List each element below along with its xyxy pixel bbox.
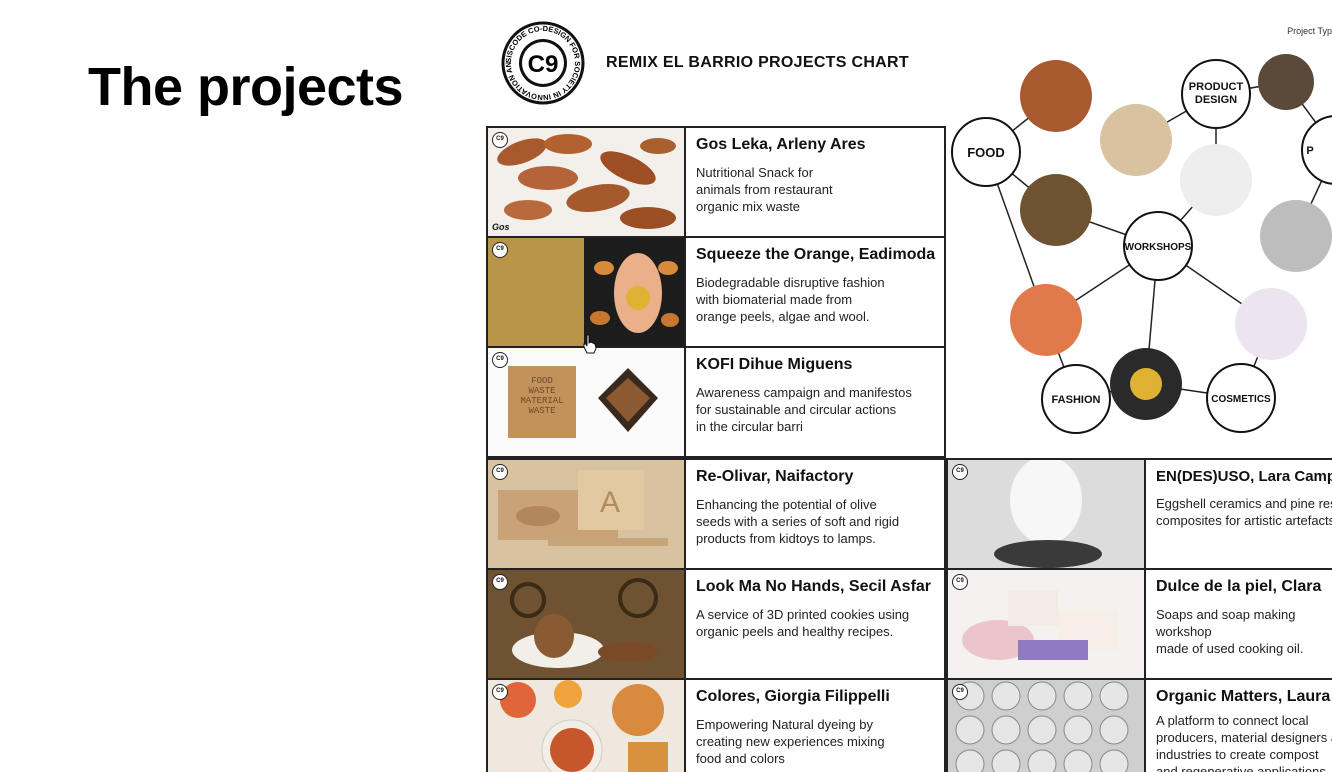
project-name: Dulce de la piel, Clara xyxy=(1156,578,1322,595)
logo-mark: C9 xyxy=(528,51,559,78)
project-image: C9 xyxy=(488,238,684,346)
project-image: C9 xyxy=(948,570,1144,678)
project-text: Re-Olivar, Naifactory Enhancing the pote… xyxy=(684,460,944,568)
project-image: C9 xyxy=(488,570,684,678)
project-image: FOOD WASTE MATERIAL WASTE C9 xyxy=(488,348,684,456)
project-name: Colores, Giorgia Filippelli xyxy=(696,688,890,705)
project-name: EN(DES)USO, Lara Campos xyxy=(1156,468,1332,485)
slide-title: The projects xyxy=(88,57,404,117)
project-image: C9 Gos xyxy=(488,128,684,236)
project-desc: A platform to connect local producers, m… xyxy=(1156,713,1332,772)
project-name: Squeeze the Orange, Eadimoda xyxy=(696,246,936,263)
project-desc: A service of 3D printed cookies using or… xyxy=(696,607,910,639)
project-text: Gos Leka, Arleny Ares Nutritional Snack … xyxy=(684,128,944,236)
project-name: Re-Olivar, Naifactory xyxy=(696,468,854,485)
project-image: C9 xyxy=(948,680,1144,772)
node-label: DESIGN xyxy=(1195,94,1237,106)
project-card[interactable]: C9 Dulce de la piel, Clara Soaps and soa… xyxy=(946,568,1332,680)
project-network-diagram: FOOD PRODUCT DESIGN WORKSHOPS FASHION CO… xyxy=(951,54,1332,434)
project-text: KOFI Dihue Miguens Awareness campaign an… xyxy=(684,348,944,456)
mini-logo: C9 xyxy=(492,242,508,258)
project-name: Gos Leka, Arleny Ares xyxy=(696,136,866,153)
project-image: A C9 xyxy=(488,460,684,568)
node-label: FASHION xyxy=(1052,394,1101,406)
mini-logo: C9 xyxy=(952,684,968,700)
mini-logo: C9 xyxy=(492,464,508,480)
project-desc: Biodegradable disruptive fashion with bi… xyxy=(696,275,885,324)
node-label: P xyxy=(1306,145,1313,157)
project-text: Squeeze the Orange, Eadimoda Biodegradab… xyxy=(684,238,944,346)
project-card[interactable]: C9 Organic Matters, Laura A platform to … xyxy=(946,678,1332,772)
project-name: KOFI Dihue Miguens xyxy=(696,356,853,373)
project-card[interactable]: A C9 Re-Olivar, Naifactory Enhancing the… xyxy=(486,458,946,570)
node-label: WORKSHOPS xyxy=(1125,242,1192,253)
project-text: Organic Matters, Laura A platform to con… xyxy=(1144,680,1332,772)
project-card[interactable]: C9 Colores, Giorgia Filippelli Empowerin… xyxy=(486,678,946,772)
project-desc: Nutritional Snack for animals from resta… xyxy=(696,165,833,214)
mini-logo: C9 xyxy=(952,574,968,590)
mini-logo: C9 xyxy=(492,132,508,148)
chart-title: REMIX EL BARRIO PROJECTS CHART xyxy=(606,54,909,71)
project-card[interactable]: C9 Gos Gos Leka, Arleny Ares Nutritional… xyxy=(486,126,946,238)
project-desc: Eggshell ceramics and pine resin composi… xyxy=(1156,496,1332,528)
project-desc: Soaps and soap making workshop made of u… xyxy=(1156,607,1304,656)
project-name: Look Ma No Hands, Secil Asfar xyxy=(696,578,932,595)
svg-text:A: A xyxy=(600,486,620,519)
project-text: Look Ma No Hands, Secil Asfar A service … xyxy=(684,570,944,678)
node-label: COSMETICS xyxy=(1211,394,1271,405)
project-text: Colores, Giorgia Filippelli Empowering N… xyxy=(684,680,944,772)
mini-logo: C9 xyxy=(952,464,968,480)
node-label: PRODUCT xyxy=(1189,81,1244,93)
legend-hint: Project Typ xyxy=(1287,26,1332,36)
project-text: EN(DES)USO, Lara Campos Eggshell ceramic… xyxy=(1144,460,1332,568)
brand-mark: Gos xyxy=(492,222,510,232)
project-image: C9 xyxy=(488,680,684,772)
cursor-hand-icon xyxy=(583,334,597,354)
project-text: Dulce de la piel, Clara Soaps and soap m… xyxy=(1144,570,1332,678)
project-card[interactable]: C9 Squeeze the Orange, Eadimoda Biodegra… xyxy=(486,236,946,348)
bag-print: FOOD WASTE MATERIAL WASTE xyxy=(520,376,564,416)
project-desc: Enhancing the potential of olive seeds w… xyxy=(696,497,900,546)
project-name: Organic Matters, Laura xyxy=(1156,688,1331,705)
project-desc: Awareness campaign and manifestos for su… xyxy=(696,385,912,434)
project-image: C9 xyxy=(948,460,1144,568)
project-card[interactable]: C9 Look Ma No Hands, Secil Asfar A servi… xyxy=(486,568,946,680)
mini-logo: C9 xyxy=(492,684,508,700)
mini-logo: C9 xyxy=(492,574,508,590)
projects-chart: C9 SISCODE CO-DESIGN FOR SOCIETY IN INNO… xyxy=(484,0,1332,772)
project-desc: Empowering Natural dyeing by creating ne… xyxy=(696,717,885,766)
node-label: FOOD xyxy=(967,145,1005,160)
project-card[interactable]: C9 EN(DES)USO, Lara Campos Eggshell cera… xyxy=(946,458,1332,570)
mini-logo: C9 xyxy=(492,352,508,368)
siscode-logo: C9 SISCODE CO-DESIGN FOR SOCIETY IN INNO… xyxy=(500,20,585,105)
project-card[interactable]: FOOD WASTE MATERIAL WASTE C9 KOFI Dihue … xyxy=(486,346,946,458)
